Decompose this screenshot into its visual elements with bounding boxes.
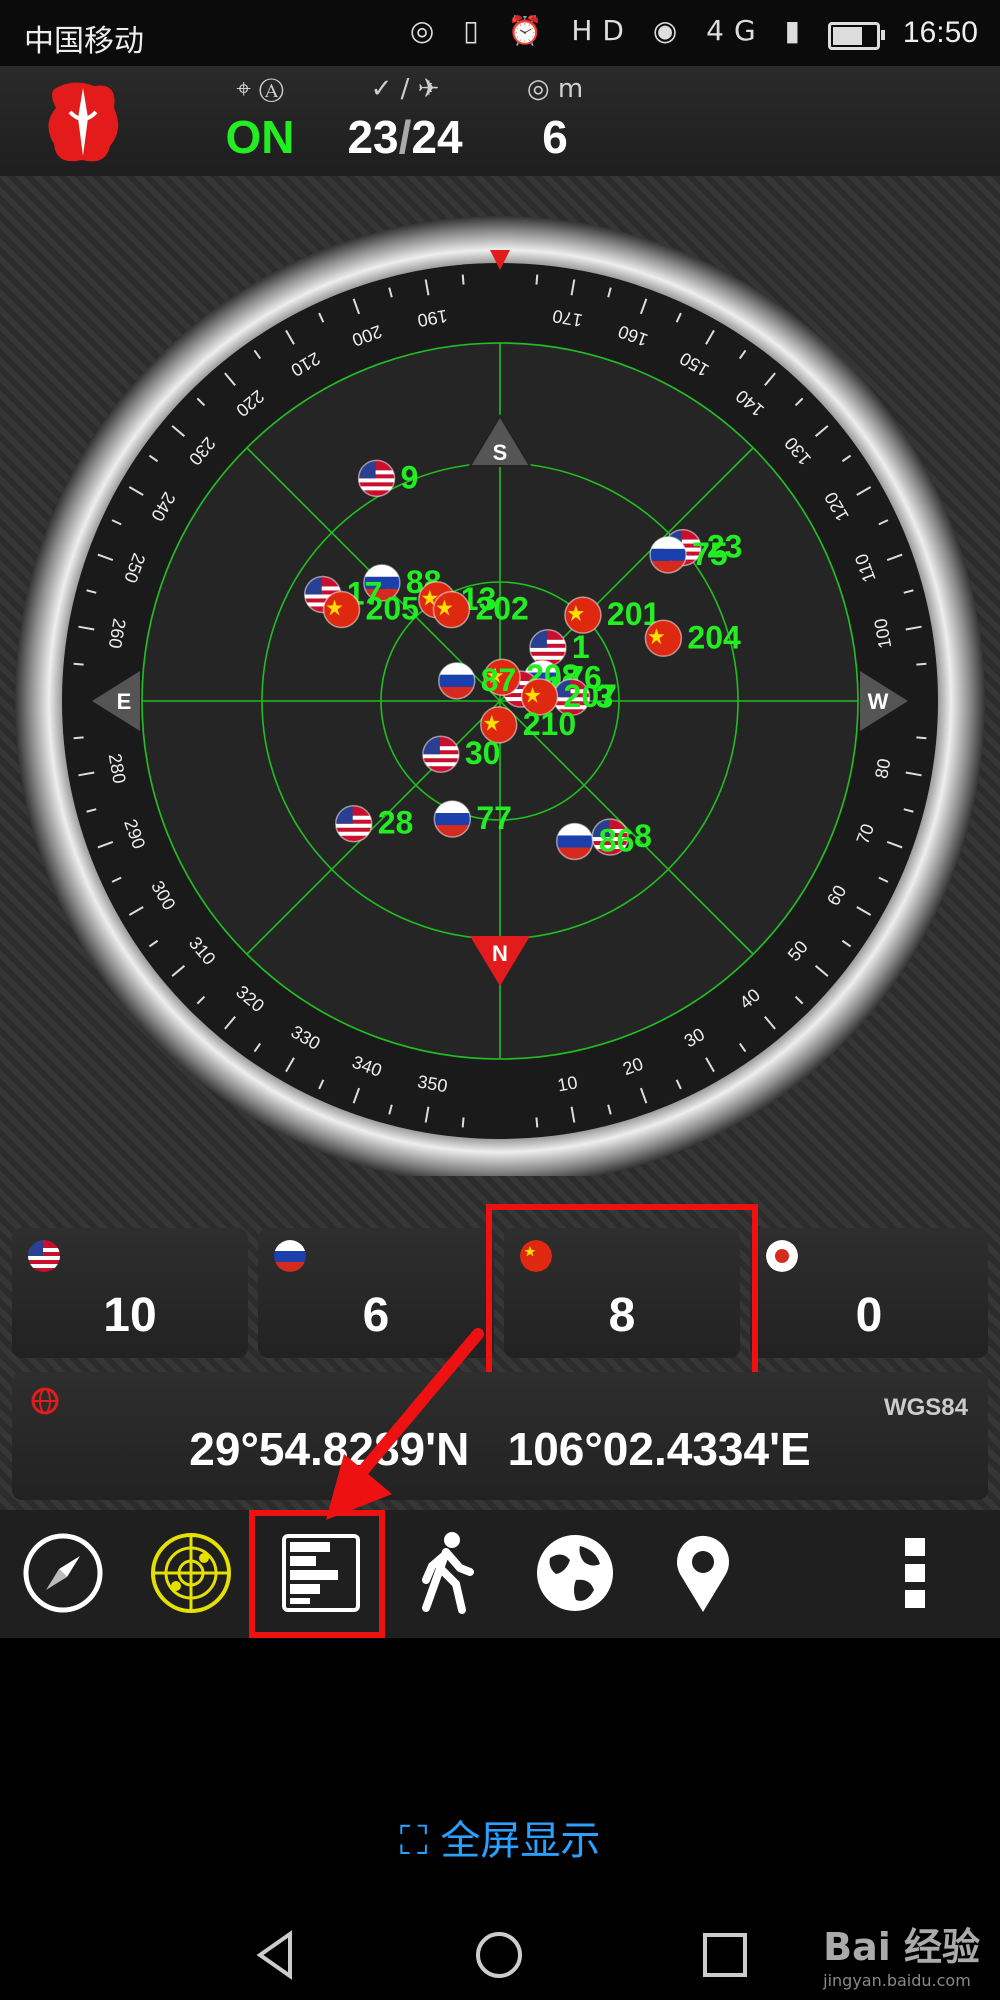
fullscreen-label: 全屏显示 — [440, 1818, 601, 1864]
fullscreen-button[interactable]: ⛶ 全屏显示 — [0, 1808, 1000, 1866]
recents-icon[interactable] — [700, 1930, 750, 1980]
back-icon[interactable] — [252, 1930, 302, 1980]
watermark: Bai 经验 jingyan.baidu.com — [823, 1916, 980, 1990]
annotation-arrow — [326, 1328, 484, 1520]
fullscreen-icon: ⛶ — [399, 1818, 441, 1864]
watermark-url: jingyan.baidu.com — [823, 1971, 971, 1990]
home-icon[interactable] — [474, 1930, 524, 1980]
watermark-brand: Bai 经验 — [823, 1925, 980, 1969]
